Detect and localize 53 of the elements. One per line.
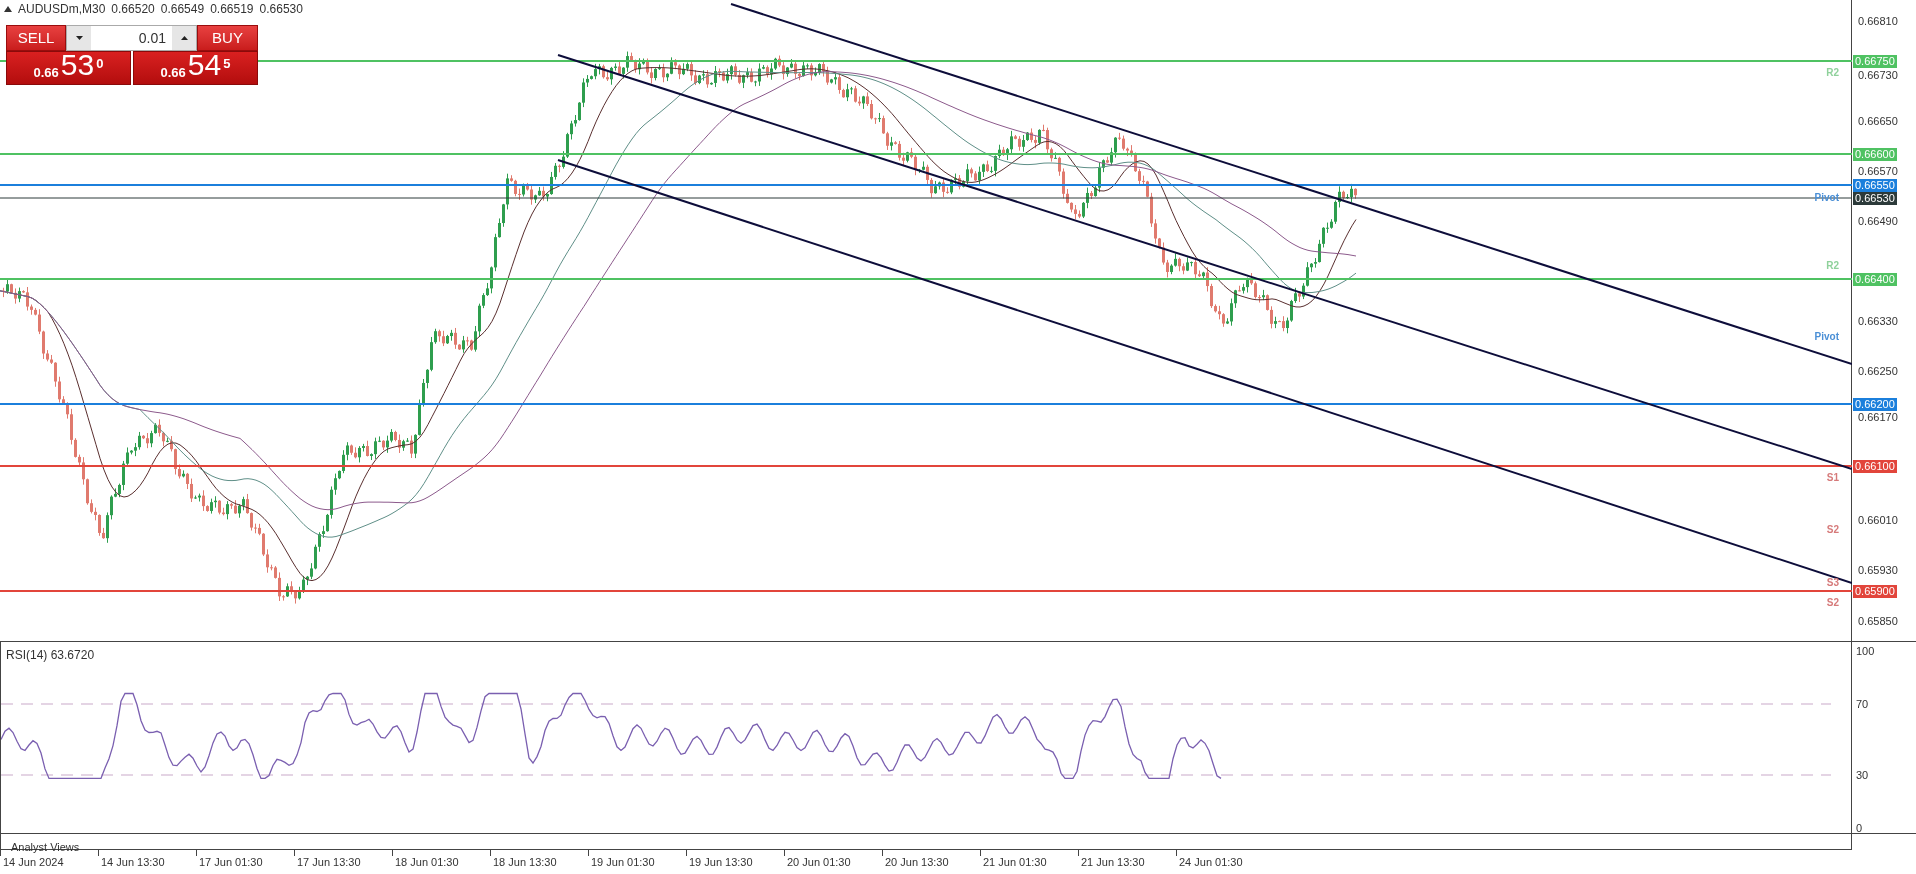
price-tag: 0.66200 [1853, 398, 1897, 411]
time-axis-label: 19 Jun 01:30 [590, 855, 656, 868]
time-axis-label: 24 Jun 01:30 [1178, 855, 1244, 868]
quote-value: 0.66520 [111, 3, 155, 15]
collapse-triangle-icon[interactable] [4, 6, 12, 12]
price-axis-label: 0.66810 [1858, 16, 1898, 27]
price-tag: 0.66750 [1853, 55, 1897, 68]
time-axis-label: 21 Jun 01:30 [982, 855, 1048, 868]
quote-value: 0.66519 [210, 3, 254, 15]
price-axis-label: 0.66730 [1858, 70, 1898, 81]
symbol-label: AUDUSDm,M30 [18, 3, 106, 15]
price-tag: 0.66530 [1853, 192, 1897, 205]
time-axis-label: 19 Jun 13:30 [688, 855, 754, 868]
price-axis-label: 0.66250 [1858, 366, 1898, 377]
rsi-axis-label: 70 [1856, 699, 1869, 710]
time-axis-label: 17 Jun 01:30 [198, 855, 264, 868]
price-axis-label: 0.66010 [1858, 515, 1898, 526]
pivot-label: S2 [1826, 525, 1839, 535]
indicator-title: RSI(14) 63.6720 [6, 647, 95, 664]
time-axis-label: 14 Jun 2024 [2, 855, 65, 868]
price-axis-label: 0.66490 [1858, 216, 1898, 227]
time-axis-label: 20 Jun 01:30 [786, 855, 852, 868]
sell-button[interactable]: SELL [6, 25, 66, 51]
pivot-label: S2 [1826, 598, 1839, 608]
pivot-label: R2 [1826, 68, 1839, 78]
price-axis-label: 0.65930 [1858, 565, 1898, 576]
price-axis-label: 0.66170 [1858, 412, 1898, 423]
time-axis-label: 14 Jun 13:30 [100, 855, 166, 868]
rsi-axis-label: 0 [1856, 823, 1863, 834]
quote-value: 0.66549 [160, 3, 205, 15]
time-axis-label: 17 Jun 13:30 [296, 855, 362, 868]
time-axis-label: 20 Jun 13:30 [884, 855, 950, 868]
rsi-axis-label: 100 [1856, 646, 1875, 657]
pivot-label: R2 [1826, 261, 1839, 271]
volume-field[interactable]: 0.01 [66, 25, 197, 51]
pivot-label: S1 [1826, 473, 1839, 483]
price-tag: 0.66400 [1853, 273, 1897, 286]
price-axis-label: 0.65850 [1858, 616, 1898, 627]
quote-value: 0.66530 [259, 3, 303, 15]
time-axis-label: 18 Jun 13:30 [492, 855, 558, 868]
time-axis-label: 18 Jun 01:30 [394, 855, 460, 868]
buy-button[interactable]: BUY [197, 25, 258, 51]
price-tag: 0.66600 [1853, 148, 1897, 161]
price-axis-label: 0.66570 [1858, 166, 1898, 177]
time-axis-label: 21 Jun 13:30 [1080, 855, 1146, 868]
rsi-axis-label: 30 [1856, 770, 1869, 781]
price-tag: 0.66100 [1853, 460, 1897, 473]
price-axis-label: 0.66330 [1858, 316, 1898, 327]
price-axis-label: 0.66650 [1858, 116, 1898, 127]
pivot-label: S3 [1826, 578, 1839, 588]
pivot-label: Pivot [1814, 332, 1839, 342]
price-tag: 0.66550 [1853, 179, 1897, 192]
price-tag: 0.65900 [1853, 585, 1897, 598]
